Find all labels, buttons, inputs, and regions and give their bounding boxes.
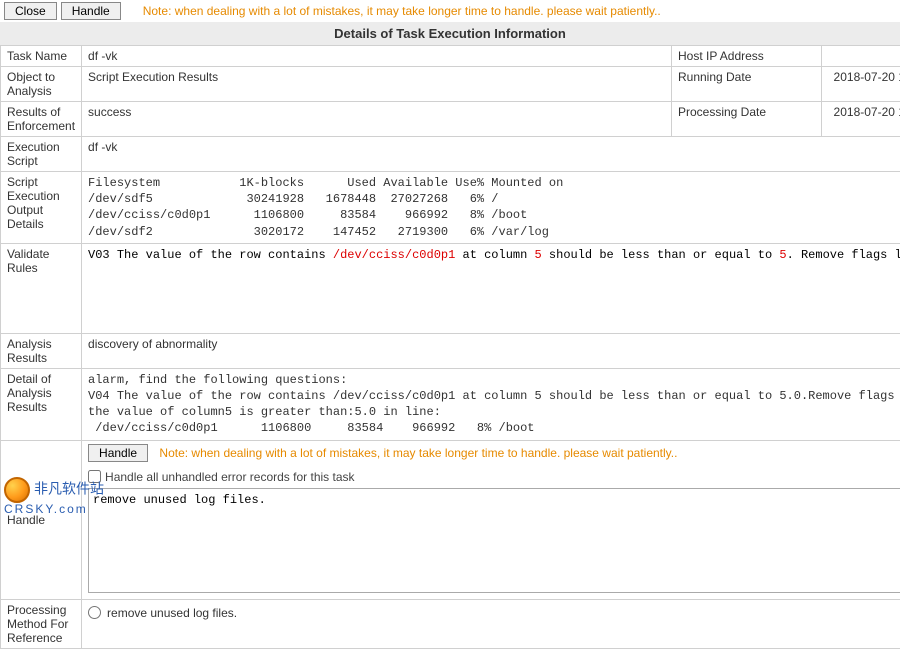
value-analysis-results: discovery of abnormality <box>82 333 900 368</box>
label-output: Script Execution Output Details <box>1 172 82 244</box>
value-running-date: 2018-07-20 16:16:30 <box>821 67 900 102</box>
ref-option-label: remove unused log files. <box>107 606 237 620</box>
label-handle: Handle <box>1 440 82 599</box>
label-ref: Processing Method For Reference <box>1 599 82 648</box>
detail-pre: alarm, find the following questions: V04… <box>88 372 900 437</box>
handle-all-label: Handle all unhandled error records for t… <box>105 470 354 484</box>
label-task-name: Task Name <box>1 46 82 67</box>
label-processing-date: Processing Date <box>671 102 821 137</box>
validate-red3: 5 <box>779 248 786 262</box>
handle-button-top[interactable]: Handle <box>61 2 121 20</box>
value-exec-script: df -vk <box>82 137 900 172</box>
handle-note: Note: when dealing with a lot of mistake… <box>159 446 677 460</box>
value-output: Filesystem 1K-blocks Used Available Use%… <box>82 172 900 244</box>
ref-radio[interactable] <box>88 606 101 619</box>
handle-textarea[interactable] <box>88 488 900 593</box>
handle-cell: Handle Note: when dealing with a lot of … <box>82 440 900 599</box>
close-button[interactable]: Close <box>4 2 57 20</box>
validate-mid1: at column <box>455 248 534 262</box>
handle-all-checkbox[interactable] <box>88 470 101 483</box>
label-results-enf: Results of Enforcement <box>1 102 82 137</box>
label-validate: Validate Rules <box>1 243 82 333</box>
label-detail: Detail of Analysis Results <box>1 368 82 440</box>
value-object: Script Execution Results <box>82 67 672 102</box>
output-pre: Filesystem 1K-blocks Used Available Use%… <box>88 175 900 240</box>
value-task-name: df -vk <box>82 46 672 67</box>
handle-button-mid[interactable]: Handle <box>88 444 148 462</box>
patience-note: Note: when dealing with a lot of mistake… <box>143 4 661 18</box>
label-exec-script: Execution Script <box>1 137 82 172</box>
label-running-date: Running Date <box>671 67 821 102</box>
value-host-ip: .50 <box>821 46 900 67</box>
validate-mid3: . Remove flags like <box>787 248 900 262</box>
label-object: Object to Analysis <box>1 67 82 102</box>
value-detail: alarm, find the following questions: V04… <box>82 368 900 440</box>
value-results-enf: success <box>82 102 672 137</box>
value-processing-date: 2018-07-20 16:17:36 <box>821 102 900 137</box>
validate-red1: /dev/cciss/c0d0p1 <box>333 248 455 262</box>
validate-red2: 5 <box>535 248 542 262</box>
section-title: Details of Task Execution Information <box>0 22 900 45</box>
label-host-ip: Host IP Address <box>671 46 821 67</box>
details-table: Task Name df -vk Host IP Address .50 Obj… <box>0 45 900 649</box>
validate-mid2: should be less than or equal to <box>542 248 780 262</box>
validate-text: V03 The value of the row contains <box>88 248 333 262</box>
value-ref: remove unused log files. <box>82 599 900 648</box>
value-validate: V03 The value of the row contains /dev/c… <box>82 243 900 333</box>
label-analysis-results: Analysis Results <box>1 333 82 368</box>
